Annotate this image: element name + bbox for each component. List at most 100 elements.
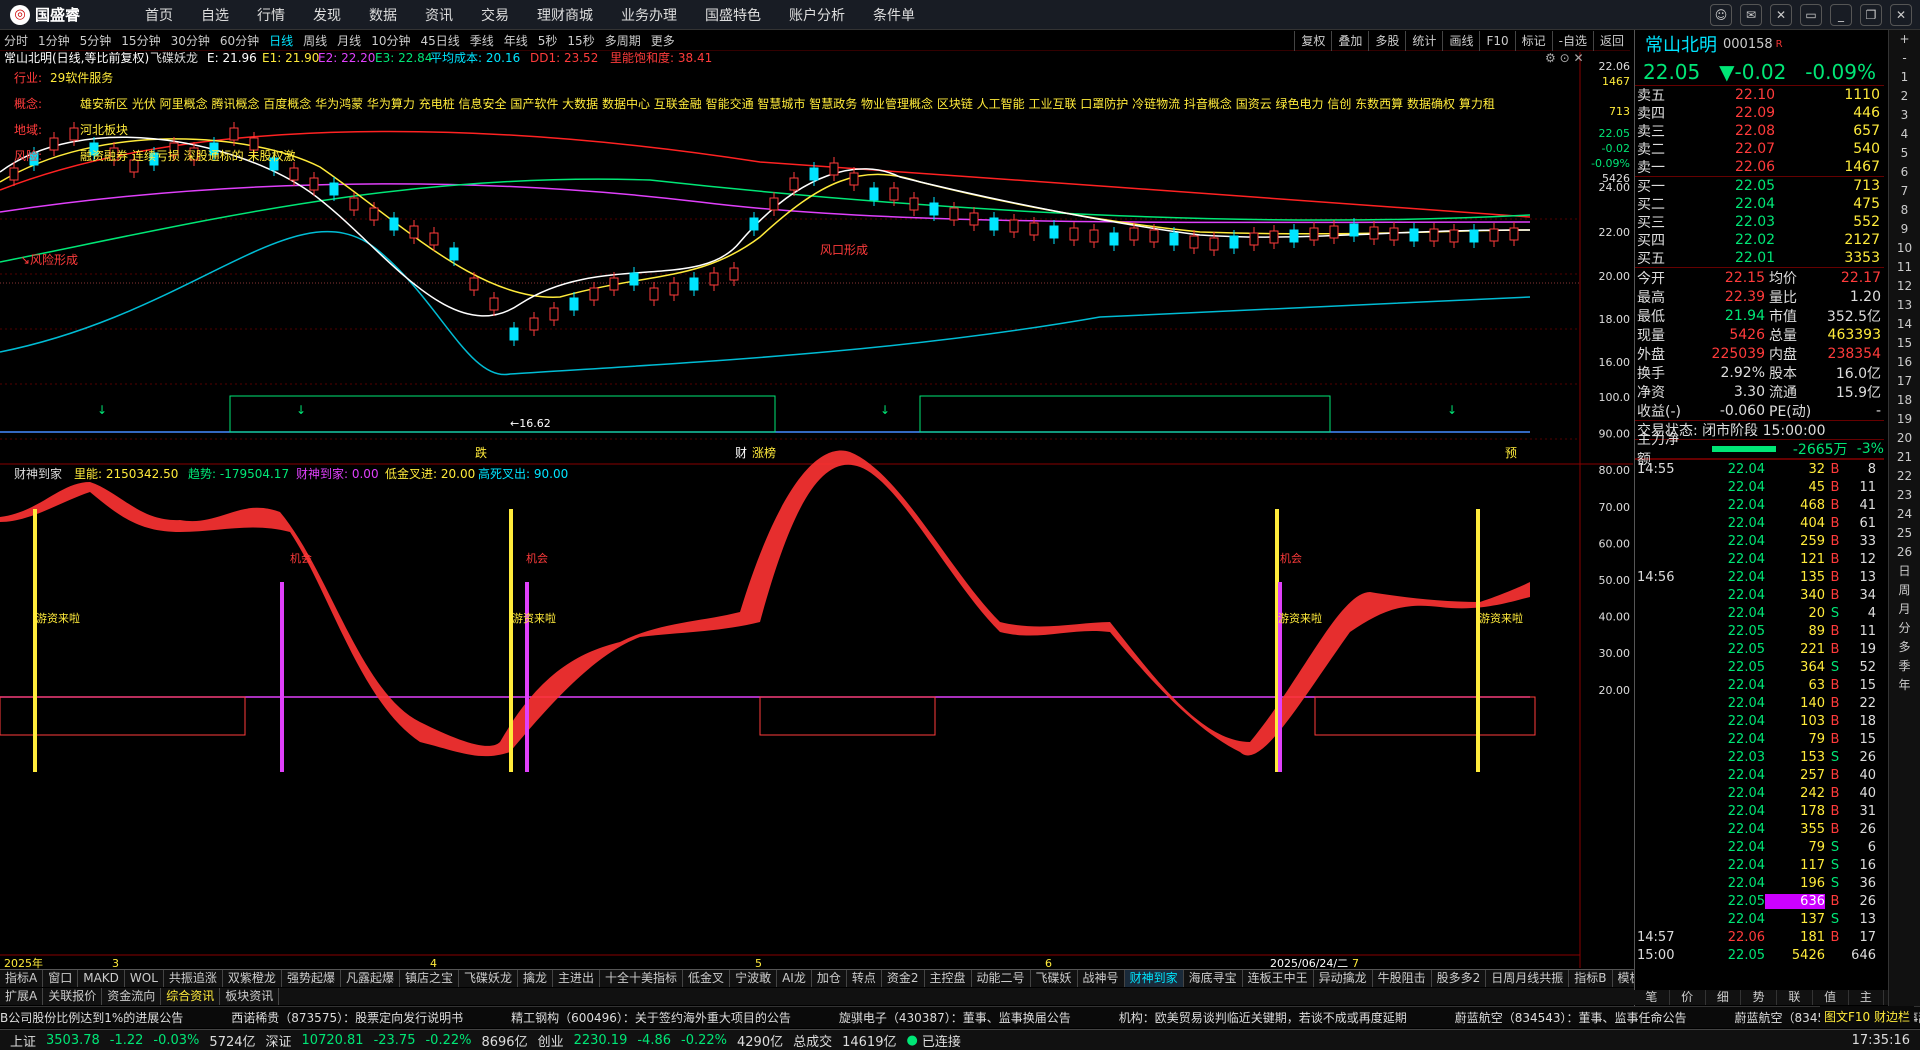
info-tab-1[interactable]: 关联报价 bbox=[43, 988, 103, 1005]
vtool-button[interactable]: 22 bbox=[1889, 467, 1920, 486]
vtool-button[interactable]: 周 bbox=[1889, 581, 1920, 600]
indicator-tab-11[interactable]: 主进出 bbox=[553, 970, 601, 987]
indicator-tab-20[interactable]: 动能二号 bbox=[972, 970, 1031, 987]
indicator-tab-29[interactable]: 日周月线共振 bbox=[1486, 970, 1570, 987]
menu-item-11[interactable]: 条件单 bbox=[873, 5, 915, 25]
vtool-button[interactable]: 16 bbox=[1889, 353, 1920, 372]
indicator-tab-16[interactable]: 加仓 bbox=[812, 970, 847, 987]
vtool-button[interactable]: 12 bbox=[1889, 277, 1920, 296]
vtool-button[interactable]: 月 bbox=[1889, 600, 1920, 619]
period-11[interactable]: 季线 bbox=[470, 32, 494, 49]
vtool-button[interactable]: 6 bbox=[1889, 163, 1920, 182]
tool-2[interactable]: 多股 bbox=[1368, 31, 1405, 51]
vtool-button[interactable]: 年 bbox=[1889, 676, 1920, 695]
vtool-button[interactable]: 21 bbox=[1889, 448, 1920, 467]
indicator-tab-2[interactable]: MAKD bbox=[78, 970, 125, 987]
book-row[interactable]: 卖二 22.07 540 bbox=[1635, 140, 1884, 158]
indicator-tab-6[interactable]: 强势起爆 bbox=[282, 970, 341, 987]
news-item[interactable]: 旋骐电子（430387）：董事、监事换届公告 bbox=[839, 1009, 1071, 1026]
indicator-tab-12[interactable]: 十全十美指标 bbox=[600, 970, 684, 987]
vtool-button[interactable]: 18 bbox=[1889, 391, 1920, 410]
book-row[interactable]: 卖一 22.06 1467 bbox=[1635, 158, 1884, 176]
indicator-tab-30[interactable]: 指标B bbox=[1569, 970, 1613, 987]
tick-list[interactable]: 14:55 22.04 32 B 8 22.04 45 B 11 22.04 468 B 41 22.04… bbox=[1635, 459, 1884, 964]
vtool-button[interactable]: 多 bbox=[1889, 638, 1920, 657]
menu-item-7[interactable]: 理财商城 bbox=[537, 5, 593, 25]
tool-8[interactable]: 返回 bbox=[1592, 31, 1630, 51]
menu-item-0[interactable]: 首页 bbox=[145, 5, 173, 25]
period-10[interactable]: 45日线 bbox=[420, 32, 459, 49]
vtool-button[interactable]: 26 bbox=[1889, 543, 1920, 562]
quote-tab-0[interactable]: 笔 bbox=[1634, 990, 1670, 1005]
indicator-tab-22[interactable]: 战神号 bbox=[1078, 970, 1125, 987]
vtool-button[interactable]: 11 bbox=[1889, 258, 1920, 277]
menu-item-6[interactable]: 交易 bbox=[481, 5, 509, 25]
news-item[interactable]: 西诺稀贵（873575）：股票定向发行说明书 bbox=[231, 1009, 463, 1026]
vtool-button[interactable]: 7 bbox=[1889, 182, 1920, 201]
period-8[interactable]: 月线 bbox=[337, 32, 361, 49]
indicator-tab-5[interactable]: 双紫橙龙 bbox=[223, 970, 282, 987]
book-row[interactable]: 买五 22.01 3353 bbox=[1635, 249, 1884, 267]
news-tail[interactable]: 图文F10 财边栏 bbox=[1820, 1006, 1914, 1028]
book-row[interactable]: 买一 22.05 713 bbox=[1635, 177, 1884, 195]
period-15[interactable]: 多周期 bbox=[605, 32, 641, 49]
indicator-tab-23[interactable]: 财神到家 bbox=[1124, 970, 1184, 987]
vtool-button[interactable]: 1 bbox=[1889, 68, 1920, 87]
period-3[interactable]: 15分钟 bbox=[121, 32, 160, 49]
book-row[interactable]: 买三 22.03 552 bbox=[1635, 213, 1884, 231]
quote-tab-6[interactable]: 主 bbox=[1849, 990, 1885, 1005]
indicator-tab-8[interactable]: 镇店之宝 bbox=[400, 970, 459, 987]
quote-tab-3[interactable]: 势 bbox=[1741, 990, 1777, 1005]
period-13[interactable]: 5秒 bbox=[538, 32, 558, 49]
tool-7[interactable]: -自选 bbox=[1551, 31, 1593, 51]
tool-4[interactable]: 画线 bbox=[1442, 31, 1479, 51]
indicator-tab-9[interactable]: 飞碟妖龙 bbox=[459, 970, 518, 987]
indicator-tab-17[interactable]: 转点 bbox=[847, 970, 882, 987]
restore-icon[interactable]: ❐ bbox=[1860, 4, 1882, 26]
mail-icon[interactable]: ✉ bbox=[1740, 4, 1762, 26]
vtool-button[interactable]: 9 bbox=[1889, 220, 1920, 239]
vtool-button[interactable]: 5 bbox=[1889, 144, 1920, 163]
kline-chart[interactable]: 常山北明(日线,等比前复权) 飞碟妖龙 E: 21.96 E1: 21.90 E… bbox=[0, 52, 1633, 990]
menu-item-8[interactable]: 业务办理 bbox=[621, 5, 677, 25]
tool-0[interactable]: 复权 bbox=[1294, 31, 1331, 51]
period-16[interactable]: 更多 bbox=[651, 32, 675, 49]
vtool-button[interactable]: 13 bbox=[1889, 296, 1920, 315]
book-row[interactable]: 卖四 22.09 446 bbox=[1635, 104, 1884, 122]
tool-6[interactable]: 标记 bbox=[1514, 31, 1552, 51]
menu-item-5[interactable]: 资讯 bbox=[425, 5, 453, 25]
quote-tab-5[interactable]: 值 bbox=[1813, 990, 1849, 1005]
vtool-button[interactable]: - bbox=[1889, 49, 1920, 68]
vtool-button[interactable]: 24 bbox=[1889, 505, 1920, 524]
menu-item-1[interactable]: 自选 bbox=[201, 5, 229, 25]
quote-tab-1[interactable]: 价 bbox=[1670, 990, 1706, 1005]
info-tab-3[interactable]: 综合资讯 bbox=[161, 988, 221, 1005]
menu-item-2[interactable]: 行情 bbox=[257, 5, 285, 25]
info-tab-2[interactable]: 资金流向 bbox=[102, 988, 162, 1005]
period-0[interactable]: 分时 bbox=[4, 32, 28, 49]
book-row[interactable]: 买二 22.04 475 bbox=[1635, 195, 1884, 213]
vtool-button[interactable]: 10 bbox=[1889, 239, 1920, 258]
vtool-button[interactable]: 17 bbox=[1889, 372, 1920, 391]
indicator-tab-3[interactable]: WOL bbox=[125, 970, 164, 987]
period-5[interactable]: 60分钟 bbox=[220, 32, 259, 49]
indicator-tab-25[interactable]: 连板王中王 bbox=[1243, 970, 1314, 987]
period-2[interactable]: 5分钟 bbox=[80, 32, 112, 49]
period-4[interactable]: 30分钟 bbox=[171, 32, 210, 49]
indicator-tab-26[interactable]: 异动擒龙 bbox=[1314, 970, 1373, 987]
vtool-button[interactable]: 14 bbox=[1889, 315, 1920, 334]
info-tab-4[interactable]: 板块资讯 bbox=[220, 988, 280, 1005]
indicator-tab-0[interactable]: 指标A bbox=[0, 970, 44, 987]
news-item[interactable]: 蔚蓝航空（834543）：董事、监事任命公告 bbox=[1455, 1009, 1687, 1026]
tool-5[interactable]: F10 bbox=[1479, 31, 1514, 51]
period-12[interactable]: 年线 bbox=[504, 32, 528, 49]
chat-icon[interactable]: ☺ bbox=[1710, 4, 1732, 26]
news-item[interactable]: 精工钢构（600496）：关于签约海外重大项目的公告 bbox=[511, 1009, 791, 1026]
book-row[interactable]: 卖三 22.08 657 bbox=[1635, 122, 1884, 140]
indicator-tab-15[interactable]: AI龙 bbox=[777, 970, 812, 987]
vtool-button[interactable]: 20 bbox=[1889, 429, 1920, 448]
menu-item-4[interactable]: 数据 bbox=[369, 5, 397, 25]
indicator-tab-19[interactable]: 主控盘 bbox=[925, 970, 972, 987]
vtool-button[interactable]: 3 bbox=[1889, 106, 1920, 125]
news-item[interactable]: 机构：欧美贸易谈判临近关键期，若谈不成或再度延期 bbox=[1119, 1009, 1407, 1026]
